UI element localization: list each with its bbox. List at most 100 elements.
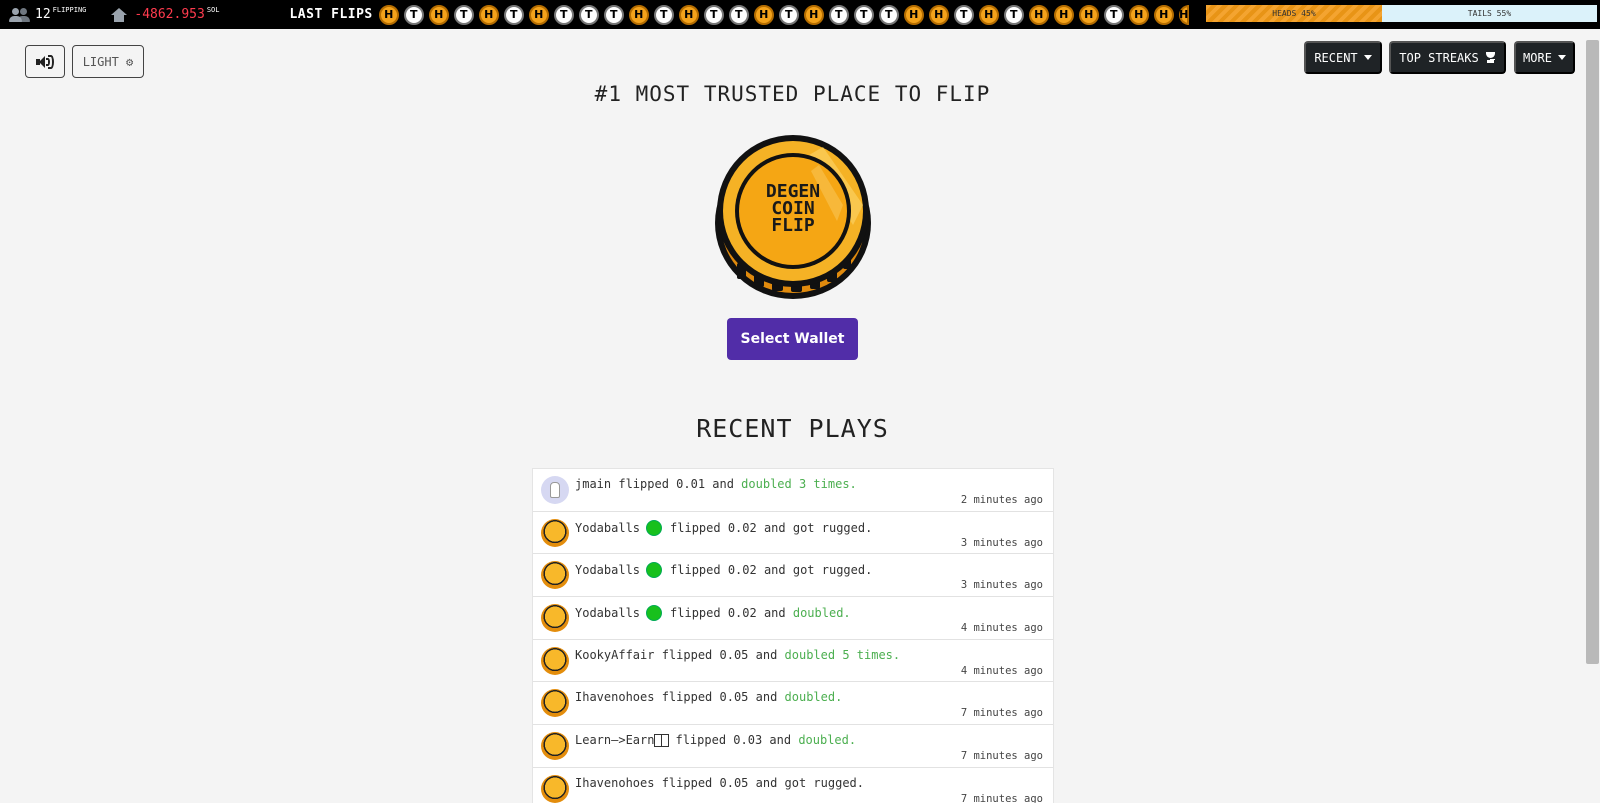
avatar xyxy=(541,476,569,504)
avatar xyxy=(541,689,569,718)
play-username[interactable]: KookyAffair xyxy=(575,648,654,662)
avatar xyxy=(541,774,569,803)
flip-tails-icon: T xyxy=(828,4,849,25)
play-description: flipped 0.05 and xyxy=(654,647,785,662)
play-description: flipped 0.02 and xyxy=(670,606,793,621)
play-timestamp: 7 minutes ago xyxy=(960,792,1043,803)
play-text: Yodaballs flipped 0.02 and got rugged. xyxy=(575,562,873,579)
flip-heads-icon: H xyxy=(478,4,499,25)
play-username[interactable]: Ihavenohoes xyxy=(575,776,654,790)
flip-tails-icon: T xyxy=(403,4,424,25)
avatar xyxy=(541,646,569,675)
flip-heads-icon: H xyxy=(903,4,924,25)
last-flips-label: LAST FLIPS xyxy=(289,7,373,22)
chevron-down-icon xyxy=(1363,55,1372,60)
flip-heads-icon: H xyxy=(753,4,774,25)
select-wallet-button[interactable]: Select Wallet xyxy=(727,318,858,360)
recent-label: RECENT xyxy=(1314,50,1358,65)
avatar xyxy=(541,732,569,761)
house-balance-unit: SOL xyxy=(206,5,220,14)
play-text: Learn—>Earn flipped 0.03 and doubled. xyxy=(575,733,856,747)
flip-tails-icon: T xyxy=(728,4,749,25)
play-result: doubled. xyxy=(798,733,857,748)
recent-dropdown-button[interactable]: RECENT xyxy=(1304,41,1382,74)
play-username[interactable]: jmain xyxy=(575,477,611,491)
play-row: Ihavenohoes flipped 0.05 and got rugged.… xyxy=(533,768,1053,803)
flip-tails-icon: T xyxy=(853,4,874,25)
play-text: KookyAffair flipped 0.05 and doubled 5 t… xyxy=(575,648,900,662)
play-description: flipped 0.02 and got rugged. xyxy=(670,520,873,535)
play-result: doubled 5 times. xyxy=(784,647,901,662)
play-result: doubled 3 times. xyxy=(741,477,857,491)
flip-heads-icon: H xyxy=(528,4,549,25)
play-timestamp: 3 minutes ago xyxy=(960,579,1043,592)
play-row: Yodaballs flipped 0.02 and got rugged. 3 m… xyxy=(533,554,1053,598)
last-flips-list: HTHTHTHTTTHTHTTHTHTTTHHTHTHHHTHHH xyxy=(378,4,1189,25)
play-timestamp: 7 minutes ago xyxy=(960,707,1043,720)
play-timestamp: 2 minutes ago xyxy=(960,494,1043,506)
page-scrollbar[interactable] xyxy=(1586,40,1599,664)
green-circle-icon xyxy=(646,605,663,622)
page-headline: #1 MOST TRUSTED PLACE TO FLIP xyxy=(594,82,991,106)
play-description: flipped 0.05 and got rugged. xyxy=(654,775,864,790)
play-username[interactable]: Ihavenohoes xyxy=(575,690,654,704)
theme-toggle-button[interactable]: LIGHT ⚙ xyxy=(72,45,144,78)
top-streaks-button[interactable]: TOP STREAKS xyxy=(1389,41,1506,74)
flip-tails-icon: T xyxy=(703,4,724,25)
flip-tails-icon: T xyxy=(1103,4,1124,25)
heads-tails-ratio-bar: HEADS 45% TAILS 55% xyxy=(1206,5,1597,22)
flip-heads-icon: H xyxy=(1178,4,1189,25)
online-users-stat: 12 FLIPPING xyxy=(9,5,87,22)
play-row: Learn—>Earn flipped 0.03 and doubled. 7 mi… xyxy=(533,725,1053,768)
flip-tails-icon: T xyxy=(653,4,674,25)
flip-heads-icon: H xyxy=(978,4,999,25)
volume-icon xyxy=(36,54,54,69)
recent-plays-list: jmain flipped 0.01 and doubled 3 times. 2… xyxy=(532,468,1054,803)
house-balance-value: -4862.953 xyxy=(134,7,205,22)
play-description: flipped 0.03 and xyxy=(675,733,799,748)
play-timestamp: 7 minutes ago xyxy=(960,750,1043,763)
play-timestamp: 3 minutes ago xyxy=(960,536,1043,549)
play-text: Yodaballs flipped 0.02 and doubled. xyxy=(575,605,851,622)
play-timestamp: 4 minutes ago xyxy=(960,622,1043,635)
flip-tails-icon: T xyxy=(1003,4,1024,25)
online-label: FLIPPING xyxy=(52,5,87,14)
tails-ratio: TAILS 55% xyxy=(1381,5,1597,22)
play-description: flipped 0.05 and xyxy=(654,690,785,705)
play-username[interactable]: Yodaballs xyxy=(575,521,640,535)
flip-heads-icon: H xyxy=(1128,4,1149,25)
play-username[interactable]: Yodaballs xyxy=(575,563,640,577)
flip-heads-icon: H xyxy=(428,4,449,25)
play-result: doubled. xyxy=(792,606,851,621)
flip-heads-icon: H xyxy=(928,4,949,25)
play-description: flipped 0.01 and xyxy=(611,477,742,491)
play-text: Ihavenohoes flipped 0.05 and got rugged. xyxy=(575,776,864,790)
avatar xyxy=(541,561,569,590)
avatar xyxy=(541,604,569,633)
green-circle-icon xyxy=(646,519,663,536)
play-row: jmain flipped 0.01 and doubled 3 times. 2… xyxy=(533,469,1053,512)
play-row: Ihavenohoes flipped 0.05 and doubled. 7 m… xyxy=(533,682,1053,726)
sound-toggle-button[interactable] xyxy=(25,45,65,78)
flip-heads-icon: H xyxy=(378,4,399,25)
glyph-icon xyxy=(654,733,670,747)
play-text: Yodaballs flipped 0.02 and got rugged. xyxy=(575,519,873,536)
flip-tails-icon: T xyxy=(878,4,899,25)
more-dropdown-button[interactable]: MORE xyxy=(1514,41,1575,74)
flip-heads-icon: H xyxy=(628,4,649,25)
coin-logo: DEGEN COIN FLIP xyxy=(715,135,871,299)
play-username[interactable]: Learn—>Earn xyxy=(575,733,654,747)
chevron-down-icon xyxy=(1557,55,1566,60)
play-username[interactable]: Yodaballs xyxy=(575,606,640,620)
flip-tails-icon: T xyxy=(453,4,474,25)
recent-plays-title: RECENT PLAYS xyxy=(696,414,889,443)
top-ticker-bar: 12 FLIPPING -4862.953 SOL LAST FLIPS HTH… xyxy=(0,0,1600,29)
avatar xyxy=(541,518,569,547)
green-circle-icon xyxy=(646,562,663,579)
play-row: KookyAffair flipped 0.05 and doubled 5 t… xyxy=(533,640,1053,683)
play-text: jmain flipped 0.01 and doubled 3 times. xyxy=(575,477,857,491)
flip-heads-icon: H xyxy=(803,4,824,25)
flip-tails-icon: T xyxy=(953,4,974,25)
play-description: flipped 0.02 and got rugged. xyxy=(670,563,873,578)
online-count: 12 xyxy=(35,7,51,22)
